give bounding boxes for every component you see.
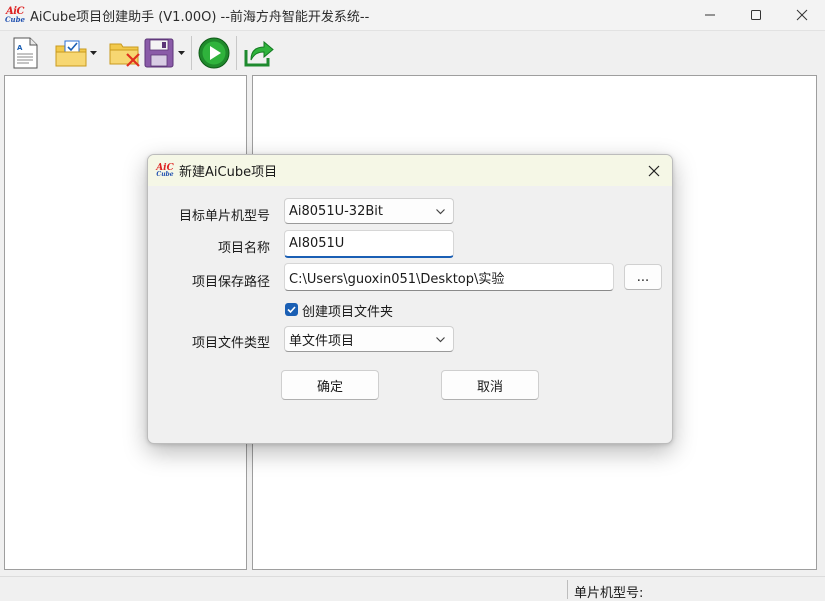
checkmark-icon [287,306,296,314]
open-project-icon [55,40,87,66]
dialog-title: 新建AiCube项目 [179,165,278,180]
cancel-button[interactable]: 取消 [441,370,539,400]
save-path-label: 项目保存路径 [191,275,270,290]
status-separator [567,580,568,599]
run-button[interactable] [197,35,231,71]
app-logo: AiC Cube [4,4,26,26]
create-folder-label[interactable]: 创建项目文件夹 [302,301,393,320]
project-name-label: 项目名称 [217,241,270,256]
export-button[interactable] [242,35,276,71]
toolbar: A [0,30,825,74]
title-bar: AiC Cube AiCube项目创建助手 (V1.00O) --前海方舟智能开… [0,0,825,30]
dropdown-arrow-icon [177,50,185,55]
save-path-value: C:\Users\guoxin051\Desktop\实验 [289,271,505,287]
maximize-icon [751,10,761,20]
ok-label: 确定 [316,379,343,395]
export-icon [244,40,274,66]
status-bar: 单片机型号: [0,576,825,601]
dialog-logo: AiC Cube [155,161,175,181]
close-icon [648,165,660,177]
close-project-icon [109,43,140,67]
run-icon [198,37,230,68]
project-name-value: AI8051U [289,236,345,251]
create-folder-checkbox[interactable] [285,303,298,316]
save-icon [144,38,174,67]
open-project-button[interactable] [54,35,88,71]
minimize-button[interactable] [687,0,733,30]
close-window-button[interactable] [779,0,825,30]
project-name-input[interactable]: AI8051U [284,230,454,258]
file-type-select[interactable]: 单文件项目 [284,326,454,352]
window-controls [687,0,825,30]
mcu-model-value: Ai8051U-32Bit [289,203,383,219]
svg-text:A: A [17,44,23,52]
mcu-model-select[interactable]: Ai8051U-32Bit [284,198,454,224]
status-mcu-label: 单片机型号: [574,586,644,601]
dialog-title-bar: AiC Cube 新建AiCube项目 [148,155,672,186]
save-path-input[interactable]: C:\Users\guoxin051\Desktop\实验 [284,263,614,291]
new-file-icon: A [13,37,38,68]
browse-label: ... [636,269,650,285]
window-right-edge [817,75,825,570]
cancel-label: 取消 [476,379,503,395]
maximize-button[interactable] [733,0,779,30]
minimize-icon [705,14,715,16]
save-button[interactable] [142,35,176,71]
save-dropdown-button[interactable] [176,35,186,71]
dropdown-arrow-icon [89,50,97,55]
toolbar-separator [191,35,192,70]
toolbar-separator [236,35,237,70]
mcu-model-label: 目标单片机型号 [178,209,270,224]
chevron-down-icon [436,337,445,343]
dialog-logo-bottom: Cube [156,170,174,178]
browse-button[interactable]: ... [624,264,662,290]
dialog-close-button[interactable] [642,159,666,183]
new-project-dialog: AiC Cube 新建AiCube项目 目标单片机型号 Ai8051U-32Bi… [147,154,673,444]
open-dropdown-button[interactable] [88,35,98,71]
new-file-button[interactable]: A [8,35,42,71]
chevron-down-icon [436,209,445,215]
ok-button[interactable]: 确定 [281,370,379,400]
close-icon [796,9,808,21]
file-type-label: 项目文件类型 [191,336,270,351]
close-project-button[interactable] [108,35,142,71]
app-logo-bottom: Cube [4,15,25,24]
file-type-value: 单文件项目 [289,333,355,349]
window-title: AiCube项目创建助手 (V1.00O) --前海方舟智能开发系统-- [30,9,370,25]
